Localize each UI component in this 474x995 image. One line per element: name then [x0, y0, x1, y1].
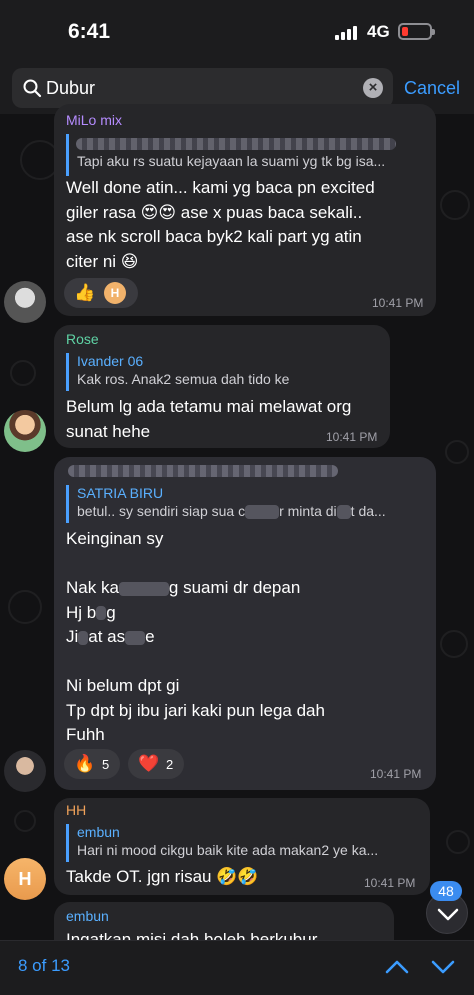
- reply-text: Tapi aku rs suatu kejayaan la suami yg t…: [77, 153, 386, 169]
- reply-text: betul.. sy sendiri siap sua cr minta di t…: [77, 503, 386, 520]
- reply-name: Ivander 06: [77, 353, 144, 369]
- message-time: 10:41 PM: [326, 430, 378, 444]
- avatar[interactable]: H: [4, 858, 46, 900]
- message-text: Well done atin... kami yg baca pn excite…: [66, 178, 375, 271]
- message-text: Takde OT. jgn risau 🤣🤣: [66, 867, 259, 886]
- search-input[interactable]: [46, 68, 346, 108]
- unread-badge: 48: [430, 881, 462, 901]
- search-icon: [23, 79, 42, 98]
- fire-icon: 🔥: [74, 754, 96, 773]
- signal-icon: [335, 24, 359, 40]
- status-time: 6:41: [68, 20, 111, 43]
- reply-name: embun: [77, 824, 120, 840]
- message-bubble[interactable]: HH embun Hari ni mood cikgu baik kite ad…: [54, 798, 430, 895]
- status-bar: 6:41 4G: [0, 0, 474, 62]
- reactor-avatar: H: [104, 282, 126, 304]
- chevron-down-icon[interactable]: [428, 953, 458, 981]
- sender-name: Rose: [66, 331, 99, 347]
- message-bubble[interactable]: SATRIA BIRU betul.. sy sendiri siap sua …: [54, 457, 436, 790]
- network-type: 4G: [367, 22, 390, 41]
- message-time: 10:41 PM: [364, 876, 416, 890]
- blurred-sender-name: [68, 465, 338, 477]
- reaction-fire[interactable]: 🔥 5: [64, 749, 120, 779]
- reply-preview[interactable]: Ivander 06 Kak ros. Anak2 semua dah tido…: [66, 353, 376, 391]
- search-navigation-bar: 8 of 13: [0, 940, 474, 995]
- heart-icon: ❤️: [138, 754, 160, 773]
- reply-preview[interactable]: Tapi aku rs suatu kejayaan la suami yg t…: [66, 134, 426, 176]
- message-bubble[interactable]: MiLo mix Tapi aku rs suatu kejayaan la s…: [54, 104, 436, 316]
- reaction-like[interactable]: 👍 H: [64, 278, 138, 308]
- message-time: 10:41 PM: [370, 767, 422, 781]
- sender-name: embun: [66, 908, 109, 924]
- message-text: Keinginan sy Nak ka g suami dr depan Hj b…: [66, 529, 325, 744]
- avatar[interactable]: [4, 281, 46, 323]
- avatar[interactable]: [4, 410, 46, 452]
- search-result-counter: 8 of 13: [18, 956, 70, 975]
- sender-name: MiLo mix: [66, 112, 123, 128]
- reaction-count: 5: [102, 757, 110, 772]
- chevron-up-icon[interactable]: [382, 953, 412, 981]
- thumbs-up-icon: 👍: [74, 283, 96, 302]
- search-box[interactable]: ×: [12, 68, 393, 108]
- clear-search-icon[interactable]: ×: [363, 78, 383, 98]
- battery-icon: [398, 23, 435, 40]
- cancel-button[interactable]: Cancel: [404, 78, 460, 99]
- reply-name: SATRIA BIRU: [77, 485, 164, 501]
- avatar[interactable]: [4, 750, 46, 792]
- sender-name: HH: [66, 802, 87, 818]
- reply-text: Hari ni mood cikgu baik kite ada makan2 …: [77, 842, 379, 858]
- reply-text: Kak ros. Anak2 semua dah tido ke: [77, 371, 290, 387]
- reaction-count: 2: [166, 757, 174, 772]
- message-time: 10:41 PM: [372, 296, 424, 310]
- reaction-heart[interactable]: ❤️ 2: [128, 749, 184, 779]
- message-bubble[interactable]: Rose Ivander 06 Kak ros. Anak2 semua dah…: [54, 325, 390, 448]
- reply-preview[interactable]: SATRIA BIRU betul.. sy sendiri siap sua …: [66, 485, 426, 523]
- reply-preview[interactable]: embun Hari ni mood cikgu baik kite ada m…: [66, 824, 418, 862]
